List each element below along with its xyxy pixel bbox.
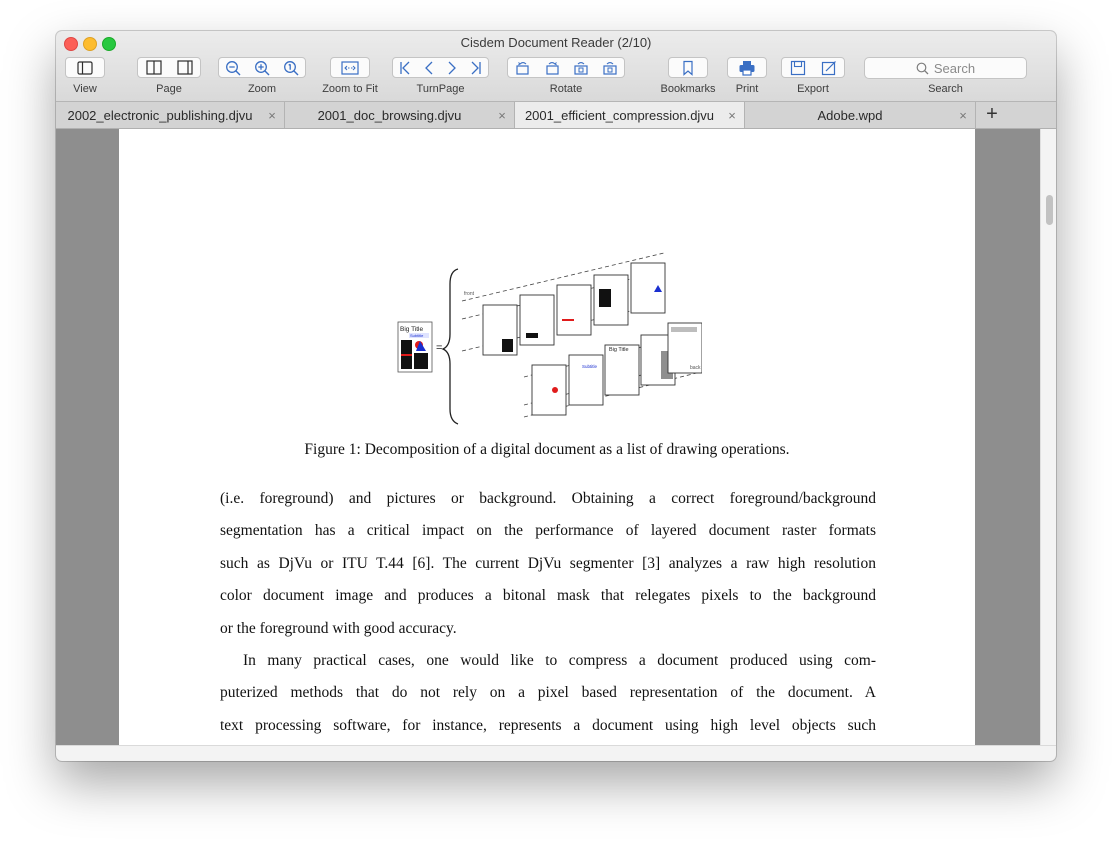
page-label: Page xyxy=(156,83,182,95)
front-label: front xyxy=(464,291,475,297)
single-page-icon[interactable] xyxy=(176,60,193,75)
layer-title: Big Title xyxy=(609,347,629,353)
layer-text xyxy=(599,289,611,307)
page-layout-buttons xyxy=(137,57,201,78)
equals-sign: = xyxy=(436,342,442,354)
layer-text xyxy=(526,333,538,338)
layer-plane xyxy=(531,364,567,416)
rotate-right-icon[interactable] xyxy=(544,60,560,76)
text-line: puterized methods that do not rely on a … xyxy=(220,684,876,702)
bookmarks-button[interactable] xyxy=(668,57,708,78)
figure-1-diagram: Big Title Subtitle = front Subtitle Big … xyxy=(397,252,702,425)
search-placeholder: Search xyxy=(933,60,976,76)
view-button[interactable] xyxy=(65,57,105,78)
tab-label: Adobe.wpd xyxy=(817,107,883,123)
export-label: Export xyxy=(797,83,829,95)
view-label: View xyxy=(73,83,97,95)
layer-plane xyxy=(556,284,592,336)
layer-red-dot xyxy=(552,387,558,393)
share-export-icon[interactable] xyxy=(821,60,837,76)
text-line: (i.e. foreground) and pictures or backgr… xyxy=(220,490,876,507)
rotate-page-right-icon[interactable] xyxy=(602,60,618,76)
text-line: In many practical cases, one would like … xyxy=(243,652,876,669)
text-line: segmentation has a critical impact on th… xyxy=(220,522,876,540)
print-label: Print xyxy=(735,83,759,95)
tab-label: 2001_efficient_compression.djvu xyxy=(524,107,715,123)
composite-text-block xyxy=(414,353,428,369)
next-page-icon[interactable] xyxy=(446,60,458,76)
turnpage-label: TurnPage xyxy=(416,83,465,95)
layer-subtitle: Subtitle xyxy=(582,364,598,369)
rotate-buttons xyxy=(507,57,625,78)
tab-2002-electronic-publishing[interactable]: 2002_electronic_publishing.djvu × xyxy=(56,102,285,128)
document-page: Big Title Subtitle = front Subtitle Big … xyxy=(119,129,975,745)
search-icon xyxy=(916,62,929,74)
tab-close-icon[interactable]: × xyxy=(955,108,971,123)
document-view[interactable]: Big Title Subtitle = front Subtitle Big … xyxy=(56,129,1056,745)
tab-2001-doc-browsing[interactable]: 2001_doc_browsing.djvu × xyxy=(285,102,515,128)
curly-brace xyxy=(441,268,459,425)
status-bar xyxy=(56,745,1056,761)
actual-size-icon[interactable] xyxy=(283,60,299,76)
first-page-icon[interactable] xyxy=(398,60,412,76)
export-buttons xyxy=(781,57,845,78)
new-tab-button[interactable]: + xyxy=(982,102,1002,128)
bookmark-icon xyxy=(683,60,693,76)
rotate-label: Rotate xyxy=(549,83,583,95)
printer-icon xyxy=(739,60,755,76)
print-button[interactable] xyxy=(727,57,767,78)
zoom-buttons xyxy=(218,57,306,78)
text-line: such as DjVu or ITU T.44 [6]. The curren… xyxy=(220,554,876,572)
tab-2001-efficient-compression[interactable]: 2001_efficient_compression.djvu × xyxy=(515,102,745,128)
layer-background-bar xyxy=(671,327,697,332)
text-line: or the foreground with good accuracy. xyxy=(220,619,457,637)
layer-plane xyxy=(630,262,666,314)
zoom-in-icon[interactable] xyxy=(254,60,270,76)
tab-bar: 2002_electronic_publishing.djvu × 2001_d… xyxy=(56,102,1056,129)
tab-label: 2002_electronic_publishing.djvu xyxy=(67,107,253,123)
two-page-icon[interactable] xyxy=(145,60,162,75)
turnpage-buttons xyxy=(392,57,489,78)
last-page-icon[interactable] xyxy=(469,60,483,76)
composite-subtitle: Subtitle xyxy=(410,333,424,338)
tab-close-icon[interactable]: × xyxy=(264,108,280,123)
zoom-to-fit-label: Zoom to Fit xyxy=(322,83,378,95)
rotate-left-icon[interactable] xyxy=(515,60,531,76)
search-field[interactable]: Search xyxy=(864,57,1027,79)
text-line: text processing software, for instance, … xyxy=(220,716,876,734)
save-icon[interactable] xyxy=(790,60,806,76)
fit-width-icon xyxy=(341,60,359,75)
previous-page-icon[interactable] xyxy=(423,60,435,76)
zoom-out-icon[interactable] xyxy=(225,60,241,76)
paragraph-1: (i.e. foreground) and pictures or backgr… xyxy=(220,483,876,645)
window-title: Cisdem Document Reader (2/10) xyxy=(460,35,652,50)
title-toolbar: Cisdem Document Reader (2/10) View Page … xyxy=(56,31,1056,102)
composite-title: Big Title xyxy=(400,326,424,333)
tab-close-icon[interactable]: × xyxy=(724,108,740,123)
text-line: color document image and produces a bito… xyxy=(220,587,876,605)
bookmarks-label: Bookmarks xyxy=(660,83,716,95)
sidebar-icon xyxy=(77,60,93,75)
app-window: Cisdem Document Reader (2/10) View Page … xyxy=(56,31,1056,761)
vertical-scrollbar[interactable] xyxy=(1040,129,1056,745)
scrollbar-thumb[interactable] xyxy=(1046,195,1053,225)
zoom-to-fit-button[interactable] xyxy=(330,57,370,78)
tab-label: 2001_doc_browsing.djvu xyxy=(317,107,462,123)
tab-close-icon[interactable]: × xyxy=(494,108,510,123)
tab-adobe-wpd[interactable]: Adobe.wpd × xyxy=(745,102,976,128)
zoom-label: Zoom xyxy=(247,83,277,95)
paragraph-2: In many practical cases, one would like … xyxy=(220,645,876,742)
figure-caption: Figure 1: Decomposition of a digital doc… xyxy=(304,441,790,458)
layer-plane xyxy=(568,354,604,406)
layer-text xyxy=(502,339,513,352)
back-label: back xyxy=(690,365,701,371)
search-label: Search xyxy=(928,83,963,95)
rotate-page-left-icon[interactable] xyxy=(573,60,589,76)
